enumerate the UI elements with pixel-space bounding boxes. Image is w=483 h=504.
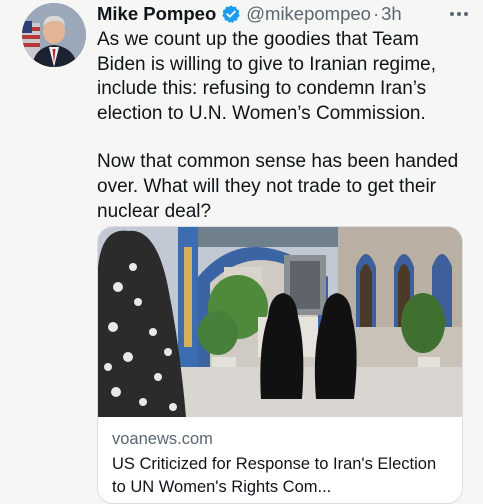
tweet-timestamp[interactable]: 3h [381,3,402,25]
link-preview-card[interactable]: voanews.com US Criticized for Response t… [97,226,463,504]
tweet-text: As we count up the goodies that Team Bid… [97,28,467,224]
author-avatar[interactable] [22,3,86,67]
header-separator: · [372,3,380,24]
verified-badge-icon [221,4,241,24]
author-handle[interactable]: @mikepompeo [246,3,371,25]
link-card-domain: voanews.com [112,430,213,448]
link-card-title[interactable]: US Criticized for Response to Iran's Ele… [112,453,452,499]
more-options-icon[interactable] [449,2,469,26]
avatar-portrait [22,3,86,67]
tweet-paragraph: As we count up the goodies that Team Bid… [97,29,437,124]
tweet-paragraph: Now that common sense has been handed ov… [97,151,459,222]
link-preview-image [98,227,462,417]
author-name[interactable]: Mike Pompeo [97,3,216,25]
tweet-header: Mike Pompeo @mikepompeo · 3h [97,2,469,26]
